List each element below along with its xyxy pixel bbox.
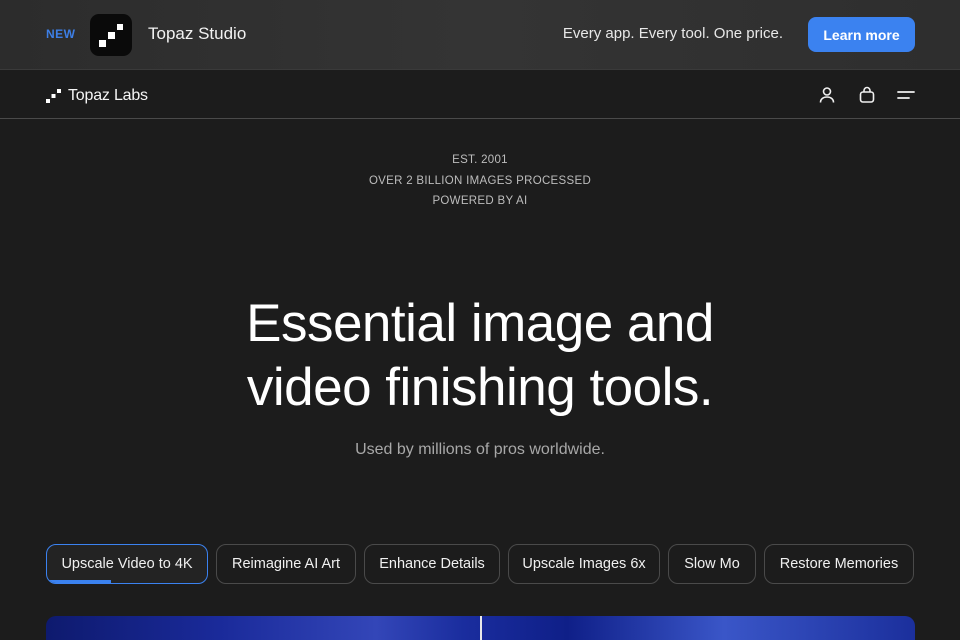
promo-tagline: Every app. Every tool. One price.	[562, 25, 783, 42]
tab-enhance-details[interactable]: Enhance Details	[364, 544, 500, 584]
tab-label: Restore Memories	[779, 556, 899, 572]
images-processed-label: OVER 2 BILLION IMAGES PROCESSED	[368, 174, 592, 187]
tab-label: Upscale Video to 4K	[61, 556, 193, 572]
comparison-slider-handle[interactable]	[480, 616, 482, 640]
tab-upscale-video[interactable]: Upscale Video to 4K	[46, 544, 208, 584]
app-name: Topaz Studio	[148, 24, 247, 43]
topaz-studio-app-icon[interactable]	[90, 14, 132, 56]
new-badge: NEW	[46, 27, 76, 41]
hero-meta: EST. 2001 OVER 2 BILLION IMAGES PROCESSE…	[0, 150, 960, 212]
tab-label: Slow Mo	[684, 556, 740, 572]
hero-subtitle: Used by millions of pros worldwide.	[355, 441, 605, 458]
hero-title: Essential image and video finishing tool…	[0, 292, 960, 420]
promo-banner: NEW Topaz Studio Every app. Every tool. …	[0, 0, 960, 70]
feature-tabs: Upscale Video to 4K Reimagine AI Art Enh…	[0, 544, 960, 584]
tab-slow-mo[interactable]: Slow Mo	[668, 544, 756, 584]
hero-title-line-2: video finishing tools.	[246, 358, 714, 417]
tab-upscale-images[interactable]: Upscale Images 6x	[508, 544, 660, 584]
menu-icon[interactable]	[896, 85, 916, 105]
tab-restore-memories[interactable]: Restore Memories	[764, 544, 914, 584]
logo-text: Topaz Labs	[68, 87, 148, 104]
tab-reimagine-ai-art[interactable]: Reimagine AI Art	[216, 544, 356, 584]
main-navbar: Topaz Labs	[0, 71, 960, 119]
topaz-logo-mark-icon	[46, 89, 61, 103]
topaz-studio-logo-icon	[99, 24, 123, 47]
comparison-preview[interactable]	[46, 616, 915, 640]
user-icon[interactable]	[817, 85, 837, 105]
powered-by-label: POWERED BY AI	[432, 195, 528, 207]
tab-progress-bar	[47, 580, 111, 583]
est-label: EST. 2001	[452, 154, 508, 166]
hero-title-line-1: Essential image and	[246, 294, 714, 353]
tab-label: Upscale Images 6x	[522, 556, 646, 572]
learn-more-button[interactable]: Learn more	[808, 17, 915, 52]
shopping-bag-icon[interactable]	[857, 85, 877, 105]
tab-label: Reimagine AI Art	[232, 556, 340, 572]
tab-label: Enhance Details	[379, 556, 485, 572]
topaz-labs-logo[interactable]: Topaz Labs	[46, 86, 148, 106]
